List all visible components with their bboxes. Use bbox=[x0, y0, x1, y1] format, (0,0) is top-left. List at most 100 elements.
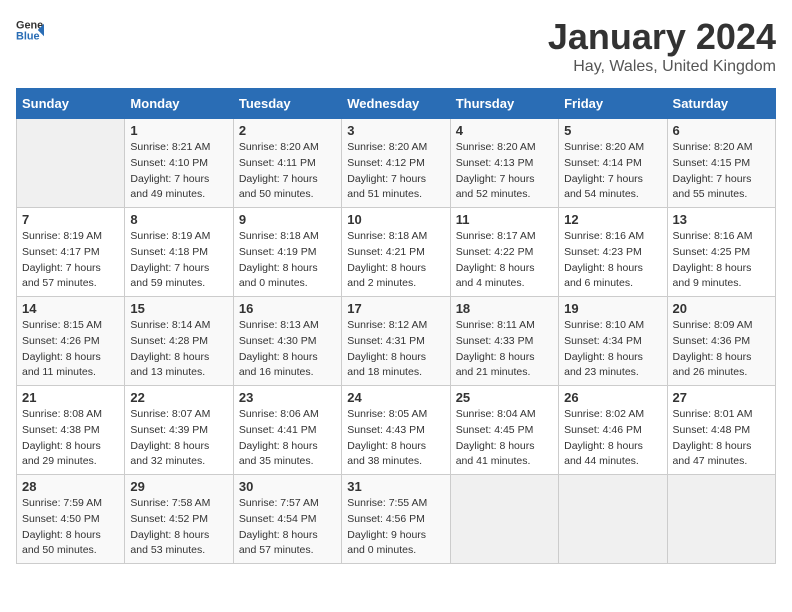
day-number: 13 bbox=[673, 212, 770, 227]
day-number: 17 bbox=[347, 301, 444, 316]
day-cell: 4 Sunrise: 8:20 AMSunset: 4:13 PMDaylight… bbox=[450, 119, 558, 208]
header-row: SundayMondayTuesdayWednesdayThursdayFrid… bbox=[17, 89, 776, 119]
day-number: 2 bbox=[239, 123, 336, 138]
day-info: Sunrise: 8:18 AMSunset: 4:21 PMDaylight:… bbox=[347, 229, 444, 292]
day-cell: 1 Sunrise: 8:21 AMSunset: 4:10 PMDaylight… bbox=[125, 119, 233, 208]
day-info: Sunrise: 8:16 AMSunset: 4:25 PMDaylight:… bbox=[673, 229, 770, 292]
day-number: 11 bbox=[456, 212, 553, 227]
col-header-tuesday: Tuesday bbox=[233, 89, 341, 119]
day-info: Sunrise: 8:13 AMSunset: 4:30 PMDaylight:… bbox=[239, 318, 336, 381]
day-number: 23 bbox=[239, 390, 336, 405]
day-number: 16 bbox=[239, 301, 336, 316]
day-info: Sunrise: 8:20 AMSunset: 4:15 PMDaylight:… bbox=[673, 140, 770, 203]
day-cell bbox=[667, 475, 775, 564]
col-header-saturday: Saturday bbox=[667, 89, 775, 119]
day-info: Sunrise: 8:20 AMSunset: 4:11 PMDaylight:… bbox=[239, 140, 336, 203]
day-cell: 12 Sunrise: 8:16 AMSunset: 4:23 PMDayligh… bbox=[559, 208, 667, 297]
day-number: 14 bbox=[22, 301, 119, 316]
day-info: Sunrise: 8:18 AMSunset: 4:19 PMDaylight:… bbox=[239, 229, 336, 292]
day-info: Sunrise: 8:19 AMSunset: 4:18 PMDaylight:… bbox=[130, 229, 227, 292]
day-cell: 25Sunrise: 8:04 AMSunset: 4:45 PMDayligh… bbox=[450, 386, 558, 475]
day-number: 10 bbox=[347, 212, 444, 227]
day-info: Sunrise: 8:16 AMSunset: 4:23 PMDaylight:… bbox=[564, 229, 661, 292]
logo: General Blue bbox=[16, 16, 44, 44]
day-cell: 19Sunrise: 8:10 AMSunset: 4:34 PMDayligh… bbox=[559, 297, 667, 386]
day-number: 15 bbox=[130, 301, 227, 316]
day-number: 19 bbox=[564, 301, 661, 316]
day-number: 22 bbox=[130, 390, 227, 405]
day-cell: 31 Sunrise: 7:55 AMSunset: 4:56 PMDayligh… bbox=[342, 475, 450, 564]
day-number: 27 bbox=[673, 390, 770, 405]
day-cell: 9Sunrise: 8:18 AMSunset: 4:19 PMDaylight… bbox=[233, 208, 341, 297]
col-header-friday: Friday bbox=[559, 89, 667, 119]
day-cell: 5 Sunrise: 8:20 AMSunset: 4:14 PMDaylight… bbox=[559, 119, 667, 208]
page-header: General Blue January 2024 Hay, Wales, Un… bbox=[16, 16, 776, 76]
day-info: Sunrise: 8:11 AMSunset: 4:33 PMDaylight:… bbox=[456, 318, 553, 381]
day-cell: 2 Sunrise: 8:20 AMSunset: 4:11 PMDaylight… bbox=[233, 119, 341, 208]
day-info: Sunrise: 8:05 AMSunset: 4:43 PMDaylight:… bbox=[347, 407, 444, 470]
day-info: Sunrise: 8:07 AMSunset: 4:39 PMDaylight:… bbox=[130, 407, 227, 470]
day-number: 25 bbox=[456, 390, 553, 405]
week-row-3: 14 Sunrise: 8:15 AMSunset: 4:26 PMDayligh… bbox=[17, 297, 776, 386]
day-cell bbox=[450, 475, 558, 564]
day-info: Sunrise: 8:17 AMSunset: 4:22 PMDaylight:… bbox=[456, 229, 553, 292]
col-header-thursday: Thursday bbox=[450, 89, 558, 119]
day-number: 26 bbox=[564, 390, 661, 405]
logo-icon: General Blue bbox=[16, 16, 44, 44]
day-cell: 18Sunrise: 8:11 AMSunset: 4:33 PMDayligh… bbox=[450, 297, 558, 386]
month-title: January 2024 bbox=[548, 16, 776, 58]
day-info: Sunrise: 8:21 AMSunset: 4:10 PMDaylight:… bbox=[130, 140, 227, 203]
day-info: Sunrise: 8:12 AMSunset: 4:31 PMDaylight:… bbox=[347, 318, 444, 381]
day-info: Sunrise: 8:20 AMSunset: 4:13 PMDaylight:… bbox=[456, 140, 553, 203]
day-number: 31 bbox=[347, 479, 444, 494]
day-cell: 7Sunrise: 8:19 AMSunset: 4:17 PMDaylight… bbox=[17, 208, 125, 297]
day-number: 20 bbox=[673, 301, 770, 316]
day-cell: 20Sunrise: 8:09 AMSunset: 4:36 PMDayligh… bbox=[667, 297, 775, 386]
day-cell: 21 Sunrise: 8:08 AMSunset: 4:38 PMDayligh… bbox=[17, 386, 125, 475]
day-number: 21 bbox=[22, 390, 119, 405]
day-info: Sunrise: 8:15 AMSunset: 4:26 PMDaylight:… bbox=[22, 318, 119, 381]
day-number: 3 bbox=[347, 123, 444, 138]
day-info: Sunrise: 8:08 AMSunset: 4:38 PMDaylight:… bbox=[22, 407, 119, 470]
week-row-1: 1 Sunrise: 8:21 AMSunset: 4:10 PMDaylight… bbox=[17, 119, 776, 208]
day-number: 5 bbox=[564, 123, 661, 138]
week-row-2: 7Sunrise: 8:19 AMSunset: 4:17 PMDaylight… bbox=[17, 208, 776, 297]
col-header-wednesday: Wednesday bbox=[342, 89, 450, 119]
day-cell: 26 Sunrise: 8:02 AMSunset: 4:46 PMDayligh… bbox=[559, 386, 667, 475]
day-info: Sunrise: 7:57 AMSunset: 4:54 PMDaylight:… bbox=[239, 496, 336, 559]
calendar-table: SundayMondayTuesdayWednesdayThursdayFrid… bbox=[16, 88, 776, 564]
day-info: Sunrise: 8:14 AMSunset: 4:28 PMDaylight:… bbox=[130, 318, 227, 381]
day-info: Sunrise: 8:20 AMSunset: 4:12 PMDaylight:… bbox=[347, 140, 444, 203]
day-cell: 3 Sunrise: 8:20 AMSunset: 4:12 PMDaylight… bbox=[342, 119, 450, 208]
day-cell: 27 Sunrise: 8:01 AMSunset: 4:48 PMDayligh… bbox=[667, 386, 775, 475]
day-number: 12 bbox=[564, 212, 661, 227]
title-area: January 2024 Hay, Wales, United Kingdom bbox=[548, 16, 776, 76]
day-number: 1 bbox=[130, 123, 227, 138]
day-info: Sunrise: 7:58 AMSunset: 4:52 PMDaylight:… bbox=[130, 496, 227, 559]
week-row-5: 28Sunrise: 7:59 AMSunset: 4:50 PMDayligh… bbox=[17, 475, 776, 564]
day-cell: 15 Sunrise: 8:14 AMSunset: 4:28 PMDayligh… bbox=[125, 297, 233, 386]
day-info: Sunrise: 7:55 AMSunset: 4:56 PMDaylight:… bbox=[347, 496, 444, 559]
svg-text:Blue: Blue bbox=[16, 30, 40, 42]
day-cell: 8 Sunrise: 8:19 AMSunset: 4:18 PMDaylight… bbox=[125, 208, 233, 297]
day-cell: 23 Sunrise: 8:06 AMSunset: 4:41 PMDayligh… bbox=[233, 386, 341, 475]
day-cell: 11 Sunrise: 8:17 AMSunset: 4:22 PMDayligh… bbox=[450, 208, 558, 297]
day-cell: 13 Sunrise: 8:16 AMSunset: 4:25 PMDayligh… bbox=[667, 208, 775, 297]
day-cell: 30 Sunrise: 7:57 AMSunset: 4:54 PMDayligh… bbox=[233, 475, 341, 564]
day-cell bbox=[559, 475, 667, 564]
day-number: 8 bbox=[130, 212, 227, 227]
day-cell: 22 Sunrise: 8:07 AMSunset: 4:39 PMDayligh… bbox=[125, 386, 233, 475]
day-cell: 17 Sunrise: 8:12 AMSunset: 4:31 PMDayligh… bbox=[342, 297, 450, 386]
day-number: 6 bbox=[673, 123, 770, 138]
day-number: 30 bbox=[239, 479, 336, 494]
day-number: 29 bbox=[130, 479, 227, 494]
day-number: 28 bbox=[22, 479, 119, 494]
week-row-4: 21 Sunrise: 8:08 AMSunset: 4:38 PMDayligh… bbox=[17, 386, 776, 475]
day-number: 4 bbox=[456, 123, 553, 138]
day-info: Sunrise: 8:02 AMSunset: 4:46 PMDaylight:… bbox=[564, 407, 661, 470]
day-info: Sunrise: 8:06 AMSunset: 4:41 PMDaylight:… bbox=[239, 407, 336, 470]
day-info: Sunrise: 8:20 AMSunset: 4:14 PMDaylight:… bbox=[564, 140, 661, 203]
day-number: 24 bbox=[347, 390, 444, 405]
day-info: Sunrise: 8:01 AMSunset: 4:48 PMDaylight:… bbox=[673, 407, 770, 470]
day-info: Sunrise: 8:19 AMSunset: 4:17 PMDaylight:… bbox=[22, 229, 119, 292]
